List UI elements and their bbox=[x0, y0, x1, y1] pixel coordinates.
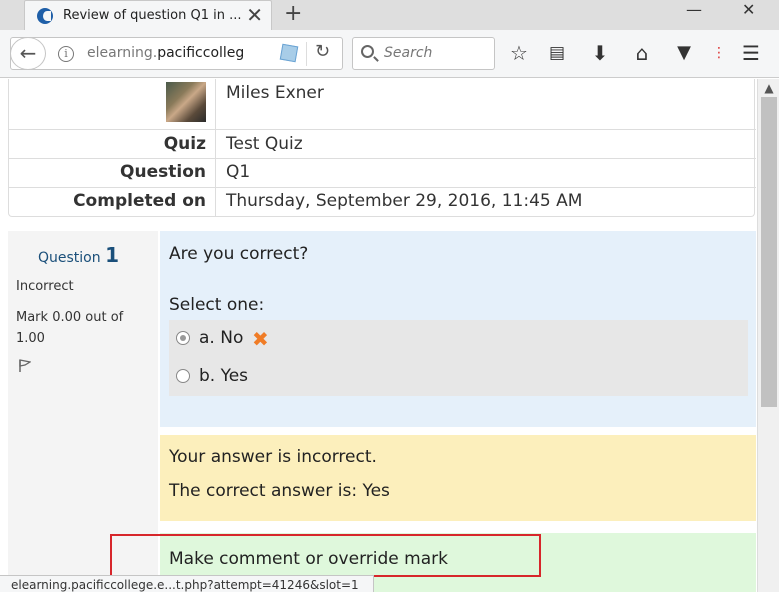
cube-icon[interactable] bbox=[279, 43, 299, 63]
question-number-label: Question bbox=[38, 250, 101, 266]
url-bar[interactable]: ← i elearning.pacificcolleg ↻ bbox=[10, 37, 343, 70]
answer-option-b[interactable]: b. Yes bbox=[169, 358, 748, 396]
quiz-label: Quiz bbox=[163, 134, 206, 154]
feedback-text: Your answer is incorrect. bbox=[169, 447, 377, 467]
browser-tab[interactable]: Review of question Q1 in ... ✕ bbox=[24, 0, 272, 31]
search-icon bbox=[361, 45, 374, 58]
question-state: Incorrect bbox=[16, 279, 74, 294]
question-number: Question 1 bbox=[38, 243, 119, 267]
site-favicon-icon bbox=[37, 8, 53, 24]
answer-radio-a[interactable] bbox=[176, 331, 190, 345]
site-info-icon[interactable]: i bbox=[58, 46, 74, 62]
reload-icon[interactable]: ↻ bbox=[315, 41, 330, 62]
minimize-button[interactable]: — bbox=[686, 0, 702, 19]
status-bar: elearning.pacificcollege.e...t.php?attem… bbox=[0, 575, 374, 592]
url-host: elearning. bbox=[87, 45, 158, 61]
tab-close-icon[interactable]: ✕ bbox=[246, 3, 263, 27]
scroll-up-arrow-icon[interactable]: ▲ bbox=[758, 79, 779, 97]
url-separator bbox=[306, 42, 307, 66]
summary-row-completed: Completed on Thursday, September 29, 201… bbox=[9, 187, 756, 217]
navigation-toolbar: ← i elearning.pacificcolleg ↻ Search ☆ ▤… bbox=[0, 30, 779, 78]
highlight-annotation-box bbox=[110, 534, 541, 577]
search-bar[interactable]: Search bbox=[352, 37, 495, 70]
question-text: Are you correct? bbox=[169, 244, 309, 264]
summary-row-question: Question Q1 bbox=[9, 158, 756, 187]
completed-label: Completed on bbox=[73, 191, 206, 211]
window-close-button[interactable]: ✕ bbox=[742, 0, 755, 19]
pocket-icon[interactable]: ▼ bbox=[672, 41, 696, 65]
answer-prompt: Select one: bbox=[169, 295, 265, 315]
completed-value: Thursday, September 29, 2016, 11:45 AM bbox=[226, 191, 583, 211]
answer-label-a: a. No bbox=[199, 328, 244, 348]
search-input[interactable]: Search bbox=[384, 45, 432, 61]
page-content: Miles Exner Quiz Test Quiz Question Q1 C… bbox=[0, 79, 757, 592]
summary-row-quiz: Quiz Test Quiz bbox=[9, 129, 756, 158]
new-tab-button[interactable]: + bbox=[284, 0, 302, 28]
incorrect-cross-icon: ✖ bbox=[252, 327, 269, 351]
reading-list-icon[interactable]: ▤ bbox=[545, 41, 569, 65]
back-button[interactable]: ← bbox=[10, 37, 46, 70]
menu-icon[interactable]: ☰ bbox=[739, 41, 763, 65]
scroll-thumb[interactable] bbox=[761, 97, 777, 407]
attempt-summary-table: Miles Exner Quiz Test Quiz Question Q1 C… bbox=[8, 79, 756, 217]
question-feedback: Your answer is incorrect. The correct an… bbox=[160, 435, 756, 521]
tab-title: Review of question Q1 in ... bbox=[63, 8, 242, 23]
user-name[interactable]: Miles Exner bbox=[226, 83, 324, 103]
bookmark-star-icon[interactable]: ☆ bbox=[507, 41, 531, 65]
quiz-value: Test Quiz bbox=[226, 134, 303, 154]
answer-option-a[interactable]: a. No ✖ bbox=[169, 320, 748, 358]
downloads-icon[interactable]: ⬇ bbox=[588, 41, 612, 65]
flag-icon[interactable] bbox=[19, 359, 31, 373]
tab-strip: Review of question Q1 in ... ✕ + — ✕ bbox=[0, 0, 779, 31]
answer-radio-b[interactable] bbox=[176, 369, 190, 383]
correct-answer-text: The correct answer is: Yes bbox=[169, 481, 390, 501]
page-scrollbar[interactable]: ▲ bbox=[757, 79, 779, 592]
status-url: elearning.pacificcollege.e...t.php?attem… bbox=[11, 578, 359, 592]
home-icon[interactable]: ⌂ bbox=[630, 41, 654, 65]
url-domain: pacificcolleg bbox=[157, 45, 245, 61]
question-label: Question bbox=[120, 162, 206, 182]
question-formulation: Are you correct? Select one: a. No ✖ b. … bbox=[160, 231, 756, 427]
question-mark: Mark 0.00 out of 1.00 bbox=[16, 310, 124, 346]
answer-label-b: b. Yes bbox=[199, 366, 249, 386]
extension-icon[interactable]: ⋮ bbox=[707, 41, 731, 65]
url-text[interactable]: elearning.pacificcolleg bbox=[87, 45, 244, 61]
user-avatar[interactable] bbox=[166, 82, 206, 122]
question-value: Q1 bbox=[226, 162, 251, 182]
question-number-value: 1 bbox=[105, 243, 119, 267]
